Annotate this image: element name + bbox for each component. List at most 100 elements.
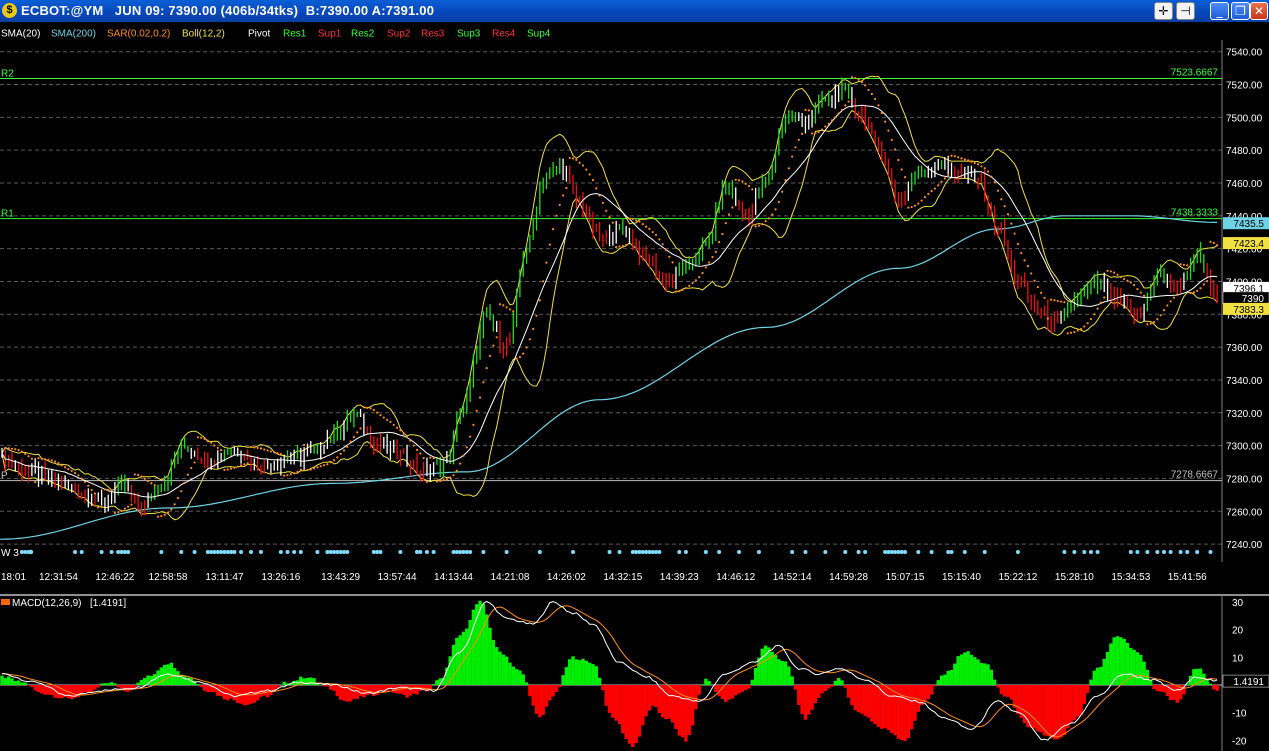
macd-hist-bar xyxy=(866,685,871,718)
macd-hist-bar xyxy=(584,660,589,685)
marker-dot xyxy=(398,550,403,554)
sar-dot xyxy=(718,240,721,244)
macd-hist-bar xyxy=(136,682,140,685)
marker-dot xyxy=(737,550,742,554)
legend-item: SMA(200) xyxy=(51,29,96,40)
macd-hist-bar xyxy=(551,685,555,697)
sar-dot xyxy=(200,436,203,439)
x-tick-label: 14:59:28 xyxy=(829,572,868,583)
sar-dots xyxy=(4,76,1219,518)
sar-dot xyxy=(920,199,923,202)
sar-dot xyxy=(223,468,226,472)
legend-item: Sup1 xyxy=(318,29,342,40)
macd-hist-bar xyxy=(830,685,834,687)
macd-hist-bar xyxy=(1032,685,1037,729)
sar-dot xyxy=(110,489,113,492)
sar-dot xyxy=(293,472,296,475)
macd-hist-bar xyxy=(890,685,894,733)
close-button[interactable]: ✕ xyxy=(1250,2,1268,20)
macd-hist-bar xyxy=(929,685,934,695)
sar-dot xyxy=(239,464,243,467)
restore-button[interactable]: ❐ xyxy=(1231,2,1250,20)
macd-hist-bar xyxy=(109,682,114,685)
sar-dot xyxy=(601,201,605,204)
sar-dot xyxy=(794,146,797,149)
sar-dot xyxy=(422,456,425,460)
macd-hist-bar xyxy=(737,685,741,694)
macd-hist-bar xyxy=(826,685,831,689)
sar-dot xyxy=(87,484,90,487)
sar-dot xyxy=(1113,271,1116,274)
macd-hist-bar xyxy=(26,685,31,686)
sar-dot xyxy=(1103,296,1106,299)
sar-dot xyxy=(854,76,857,80)
sar-dot xyxy=(296,470,299,473)
sar-dot xyxy=(299,468,302,471)
macd-y-tick-label: 20 xyxy=(1232,626,1244,637)
sar-dot xyxy=(495,336,498,339)
sar-dot xyxy=(970,160,973,163)
macd-hist-bar xyxy=(969,654,974,685)
sar-dot xyxy=(555,214,558,217)
sar-dot xyxy=(1186,264,1189,267)
sar-dot xyxy=(1083,325,1086,328)
sar-dot xyxy=(694,279,697,282)
macd-hist-bar xyxy=(797,685,801,705)
sar-dot xyxy=(648,227,651,231)
sar-dot xyxy=(605,209,608,212)
y-tick-label: 7340.00 xyxy=(1226,376,1263,387)
marker-dot xyxy=(431,550,436,554)
sar-dot xyxy=(1010,222,1013,225)
marker-dot xyxy=(258,550,263,554)
legend-item: Res3 xyxy=(421,29,445,40)
sar-dot xyxy=(127,505,130,508)
sar-dot xyxy=(621,244,624,248)
macd-hist-bar xyxy=(963,652,967,685)
crosshair-button[interactable]: ✛ xyxy=(1154,2,1173,20)
macd-hist-bar xyxy=(591,664,595,685)
sar-dot xyxy=(216,446,219,450)
sar-dot xyxy=(900,168,903,171)
macd-hist-bar xyxy=(654,685,658,708)
sar-dot xyxy=(797,138,800,141)
macd-hist-bar xyxy=(697,685,701,695)
sar-dot xyxy=(751,188,754,191)
macd-hist-bar xyxy=(1175,685,1179,703)
sar-dot xyxy=(77,474,80,477)
sar-dot xyxy=(777,201,780,204)
pin-button[interactable]: ⊣ xyxy=(1176,2,1195,20)
sar-dot xyxy=(1096,307,1099,310)
macd-hist-bar xyxy=(1102,658,1106,685)
sar-dot xyxy=(691,281,694,285)
macd-hist-bar xyxy=(196,684,200,685)
sar-dot xyxy=(684,287,688,290)
sar-dot xyxy=(309,468,312,471)
x-tick-label: 18:01 xyxy=(1,572,26,583)
sar-dot xyxy=(1126,279,1129,282)
macd-hist-bar xyxy=(657,685,662,713)
sar-dot xyxy=(963,158,966,161)
macd-hist-bar xyxy=(431,684,436,685)
macd-hist-bar xyxy=(265,685,270,698)
macd-hist-bar xyxy=(813,685,818,704)
sar-dot xyxy=(210,441,213,444)
sar-dot xyxy=(611,221,614,224)
sar-dot xyxy=(980,165,983,168)
sar-dot xyxy=(1076,329,1079,332)
macd-hist-bar xyxy=(508,662,512,685)
restore-icon: ❐ xyxy=(1235,4,1246,18)
macd-hist-bar xyxy=(534,685,539,714)
sar-dot xyxy=(857,78,860,81)
sar-dot xyxy=(957,156,960,159)
macd-hist-bar xyxy=(335,685,340,697)
sar-dot xyxy=(170,508,173,511)
macd-hist-bar xyxy=(946,670,950,685)
macd-hist-bar xyxy=(494,647,499,685)
minimize-button[interactable]: _ xyxy=(1210,2,1229,20)
sar-dot xyxy=(937,184,940,187)
macd-hist-bar xyxy=(1172,685,1176,700)
marker-dot xyxy=(803,550,808,554)
y-tick-label: 7500.00 xyxy=(1226,113,1263,124)
price-chart[interactable]: SMA(20) SMA(200) SAR(0.02,0.2) Boll(12,2) Pi… xyxy=(0,22,1269,751)
sar-dot xyxy=(1116,273,1119,276)
